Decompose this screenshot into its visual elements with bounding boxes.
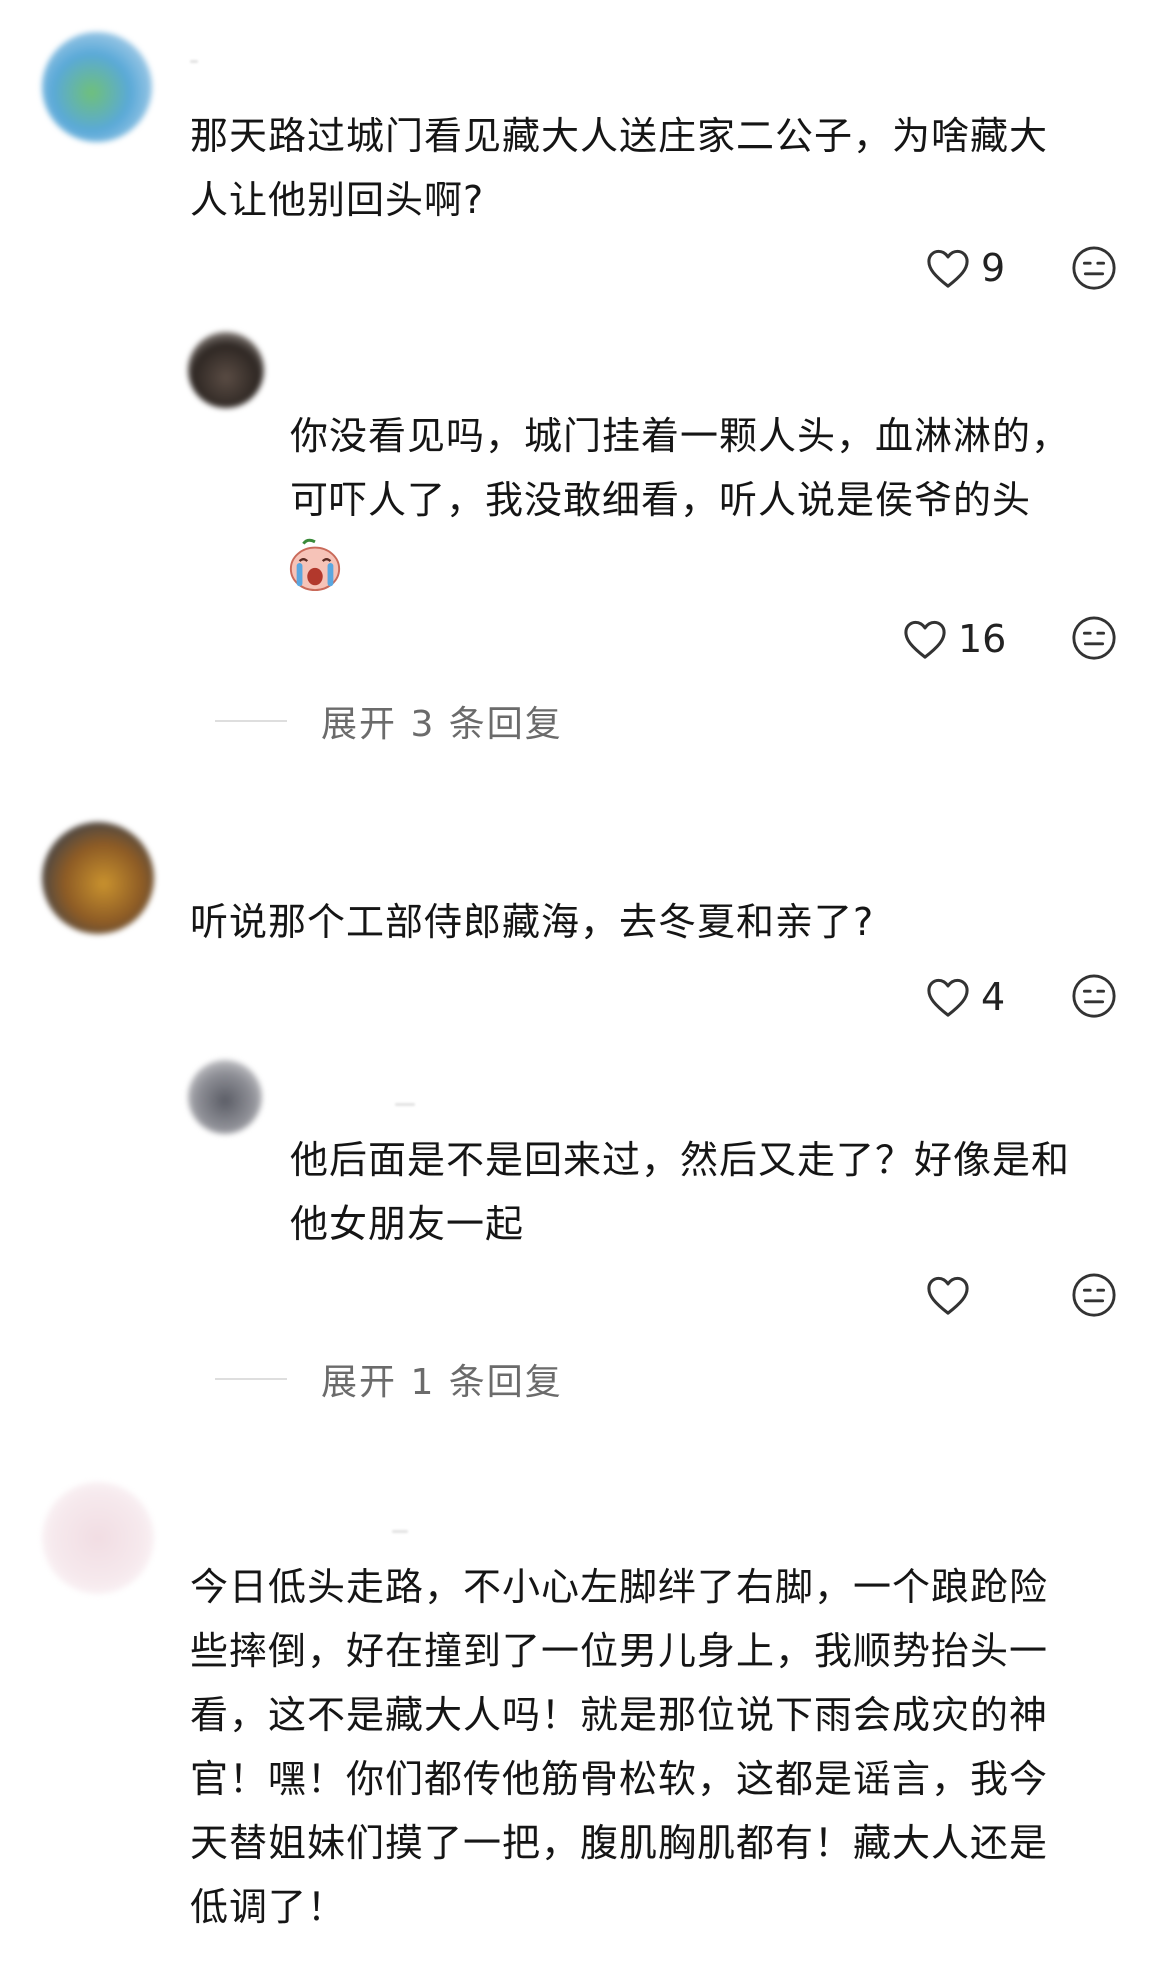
avatar[interactable] <box>188 1060 262 1134</box>
reply-text: 你没看见吗，城门挂着一颗人头，血淋淋的， 可吓人了，我没敢细看，听人说是侯爷的头 <box>290 404 1140 532</box>
like-button[interactable]: 9 <box>925 246 1005 290</box>
username[interactable] <box>392 1530 408 1533</box>
like-count: 9 <box>981 246 1006 290</box>
expand-replies-button[interactable]: 展开 1 条回复 <box>215 1353 563 1405</box>
like-count: 16 <box>958 617 1007 661</box>
reaction-button[interactable] <box>1071 615 1117 661</box>
like-button[interactable] <box>925 1274 981 1316</box>
like-button[interactable]: 4 <box>925 975 1005 1019</box>
expand-replies-label: 展开 3 条回复 <box>321 704 563 745</box>
reply-line: 他女朋友一起 <box>290 1202 525 1246</box>
neutral-face-icon <box>1072 246 1116 290</box>
neutral-face-icon <box>1072 616 1116 660</box>
heart-outline-icon <box>927 249 969 288</box>
avatar[interactable] <box>42 32 152 142</box>
comment-text: 那天路过城门看见藏大人送庄家二公子，为啥藏大 人让他别回头啊? <box>190 104 1130 232</box>
reply-line: 你没看见吗，城门挂着一颗人头，血淋淋的， <box>290 414 1071 458</box>
comment-line: 看，这不是藏大人吗！就是那位说下雨会成灾的神 <box>190 1693 1049 1737</box>
comment-line: 听说那个工部侍郎藏海，去冬夏和亲了? <box>190 900 875 944</box>
neutral-face-icon <box>1072 1273 1116 1317</box>
avatar[interactable] <box>42 822 154 934</box>
username[interactable] <box>395 1103 415 1106</box>
crying-face-emoji <box>286 536 344 596</box>
reply-text: 他后面是不是回来过，然后又走了？好像是和 他女朋友一起 <box>290 1128 1150 1256</box>
comment-text: 今日低头走路，不小心左脚绊了右脚，一个踉跄险 些摔倒，好在撞到了一位男儿身上，我… <box>190 1555 1140 1939</box>
comment-line: 官！嘿！你们都传他筋骨松软，这都是谣言，我今 <box>190 1757 1049 1801</box>
neutral-face-icon <box>1072 974 1116 1018</box>
reply-line: 可吓人了，我没敢细看，听人说是侯爷的头 <box>290 478 1032 522</box>
reaction-button[interactable] <box>1071 1272 1117 1318</box>
divider <box>215 1378 287 1380</box>
heart-outline-icon <box>927 978 969 1017</box>
avatar[interactable] <box>42 1482 154 1594</box>
comment-line: 人让他别回头啊? <box>190 178 485 222</box>
reaction-button[interactable] <box>1071 973 1117 1019</box>
expand-replies-label: 展开 1 条回复 <box>321 1362 563 1403</box>
comment-line: 些摔倒，好在撞到了一位男儿身上，我顺势抬头一 <box>190 1629 1049 1673</box>
heart-outline-icon <box>927 1276 969 1315</box>
expand-replies-button[interactable]: 展开 3 条回复 <box>215 695 563 747</box>
like-button[interactable]: 16 <box>902 617 1006 661</box>
comment-line: 那天路过城门看见藏大人送庄家二公子，为啥藏大 <box>190 114 1049 158</box>
heart-outline-icon <box>904 620 946 659</box>
comment-line: 天替姐妹们摸了一把，腹肌胸肌都有！藏大人还是 <box>190 1821 1049 1865</box>
comment-line: 低调了！ <box>190 1885 347 1929</box>
reaction-button[interactable] <box>1071 245 1117 291</box>
divider <box>215 720 287 722</box>
comment-line: 今日低头走路，不小心左脚绊了右脚，一个踉跄险 <box>190 1565 1049 1609</box>
reply-line: 他后面是不是回来过，然后又走了？好像是和 <box>290 1138 1071 1182</box>
comment-text: 听说那个工部侍郎藏海，去冬夏和亲了? <box>190 890 1130 954</box>
like-count: 4 <box>981 975 1006 1019</box>
username[interactable] <box>190 60 198 63</box>
avatar[interactable] <box>188 332 264 408</box>
